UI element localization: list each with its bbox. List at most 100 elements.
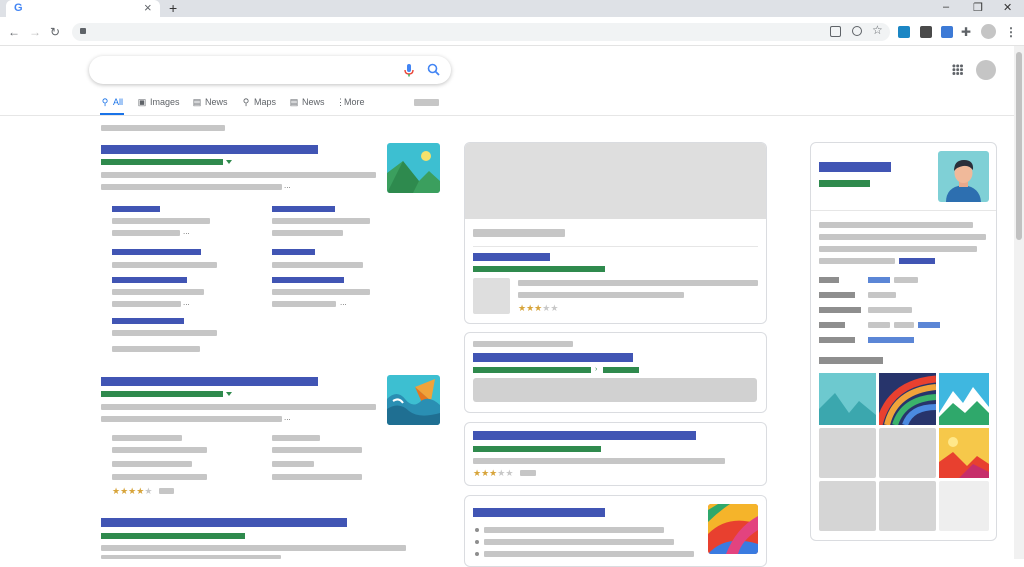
forward-button[interactable]: →: [29, 25, 41, 39]
result-3-url[interactable]: [101, 533, 245, 539]
result-2-url[interactable]: [101, 391, 223, 397]
result-2-detail: [272, 461, 314, 467]
more-vert-icon: ⋮: [336, 97, 345, 107]
kp-fact-label: [819, 322, 845, 328]
account-avatar[interactable]: [976, 60, 996, 80]
result-2-review-count: [159, 488, 174, 494]
browser-menu-icon[interactable]: ⋮: [1005, 25, 1017, 39]
translate-icon[interactable]: [830, 26, 841, 37]
zoom-icon[interactable]: [852, 26, 862, 36]
kp-fact-link[interactable]: [868, 337, 914, 343]
result-1-title[interactable]: [101, 145, 318, 154]
result-2-rating-stars: ★★★★★: [112, 487, 152, 496]
star-filled-icon: ★: [112, 486, 121, 496]
search-input[interactable]: [89, 56, 451, 84]
minimize-button[interactable]: –: [943, 1, 949, 13]
sitelink-title[interactable]: [272, 277, 344, 283]
tab-images[interactable]: ▣ Images: [137, 96, 180, 108]
sitelink-snippet: [272, 262, 363, 268]
star-filled-icon: ★: [518, 303, 527, 313]
extension-1-icon[interactable]: [898, 26, 910, 38]
result-2-url-dropdown-icon[interactable]: [226, 392, 232, 396]
kp-image-placeholder[interactable]: [879, 428, 936, 478]
tab-maps[interactable]: ⚲ Maps: [241, 96, 276, 108]
card-3-url[interactable]: [473, 446, 601, 452]
sitelink-title[interactable]: [272, 249, 315, 255]
kp-image-peaks[interactable]: [939, 373, 989, 425]
kp-fact-value: [894, 277, 918, 283]
browser-tab[interactable]: G ×: [6, 0, 160, 17]
kp-image-more[interactable]: [939, 481, 989, 531]
google-favicon-icon: G: [14, 2, 23, 14]
extensions-puzzle-icon[interactable]: ✚: [961, 25, 971, 39]
reload-button[interactable]: ↻: [50, 25, 60, 39]
kp-image-rainbow[interactable]: [879, 373, 936, 425]
sitelink-snippet: [272, 301, 336, 307]
card-2-url[interactable]: [473, 367, 591, 373]
profile-avatar-icon[interactable]: [981, 24, 996, 39]
result-1-landscape-thumbnail[interactable]: [387, 143, 440, 193]
kp-fact-value: [868, 307, 912, 313]
kp-fact-value: [868, 322, 890, 328]
result-1-url[interactable]: [101, 159, 223, 165]
kp-image-mountains[interactable]: [819, 373, 876, 425]
result-stats-placeholder: [101, 125, 225, 131]
star-empty-icon: ★: [550, 303, 559, 313]
sitelink-title[interactable]: [272, 206, 335, 212]
result-3-title[interactable]: [101, 518, 347, 527]
sitelink-title[interactable]: [112, 206, 160, 212]
close-window-button[interactable]: ✕: [1003, 1, 1012, 14]
kp-image-placeholder[interactable]: [879, 481, 936, 531]
card-2-title[interactable]: [473, 353, 633, 362]
search-icon[interactable]: [427, 63, 440, 76]
result-2-detail: [112, 461, 192, 467]
more-results-placeholder[interactable]: [112, 346, 200, 352]
tab-news-2[interactable]: ▤ News: [289, 96, 325, 108]
kp-image-placeholder[interactable]: [819, 428, 876, 478]
kp-description-link[interactable]: [899, 258, 935, 264]
apps-grid-icon[interactable]: [952, 64, 963, 75]
tab-all[interactable]: ⚲ All: [100, 96, 123, 108]
mic-icon[interactable]: [403, 63, 415, 77]
bookmark-star-icon[interactable]: ☆: [872, 23, 883, 37]
kp-image-sunset[interactable]: [939, 428, 989, 478]
result-1-url-dropdown-icon[interactable]: [226, 160, 232, 164]
star-filled-icon: ★: [481, 468, 490, 478]
tools-placeholder[interactable]: [414, 99, 439, 106]
kp-image-placeholder[interactable]: [819, 481, 876, 531]
card-2-source: [473, 341, 573, 347]
top-story-card-1[interactable]: ★★★★★: [464, 142, 767, 324]
card-2-url-path[interactable]: [603, 367, 639, 373]
kp-person-avatar-image[interactable]: [938, 151, 989, 202]
card-3-snippet: [473, 458, 725, 464]
new-tab-button[interactable]: +: [169, 1, 177, 15]
extension-3-icon[interactable]: [941, 26, 953, 38]
page-scrollbar-thumb[interactable]: [1016, 52, 1022, 240]
result-2-wave-thumbnail[interactable]: [387, 375, 440, 425]
tab-news[interactable]: ▤ News: [192, 96, 228, 108]
card-1-rating-stars: ★★★★★: [518, 304, 558, 313]
top-story-card-3[interactable]: ★★★★★: [464, 422, 767, 486]
restore-button[interactable]: ❐: [973, 1, 983, 14]
result-1-snippet-line: [101, 172, 376, 178]
address-bar[interactable]: ☆: [72, 23, 890, 41]
kp-fact-link[interactable]: [918, 322, 940, 328]
kp-fact-label: [819, 307, 861, 313]
kp-fact-link[interactable]: [868, 277, 890, 283]
top-story-card-2[interactable]: ›: [464, 332, 767, 413]
top-story-card-4[interactable]: [464, 495, 767, 567]
tab-more[interactable]: ⋮More: [336, 96, 365, 108]
card-1-title[interactable]: [473, 253, 550, 261]
extension-2-icon[interactable]: [920, 26, 932, 38]
back-button[interactable]: ←: [8, 25, 20, 39]
result-2-detail: [272, 435, 320, 441]
result-2-title[interactable]: [101, 377, 318, 386]
sitelink-title[interactable]: [112, 249, 201, 255]
card-4-title[interactable]: [473, 508, 605, 517]
sitelink-title[interactable]: [112, 318, 184, 324]
sitelink-title[interactable]: [112, 277, 187, 283]
card-1-url[interactable]: [473, 266, 605, 272]
tab-close-icon[interactable]: ×: [144, 1, 152, 15]
result-2-detail: [112, 474, 207, 480]
card-3-title[interactable]: [473, 431, 696, 440]
